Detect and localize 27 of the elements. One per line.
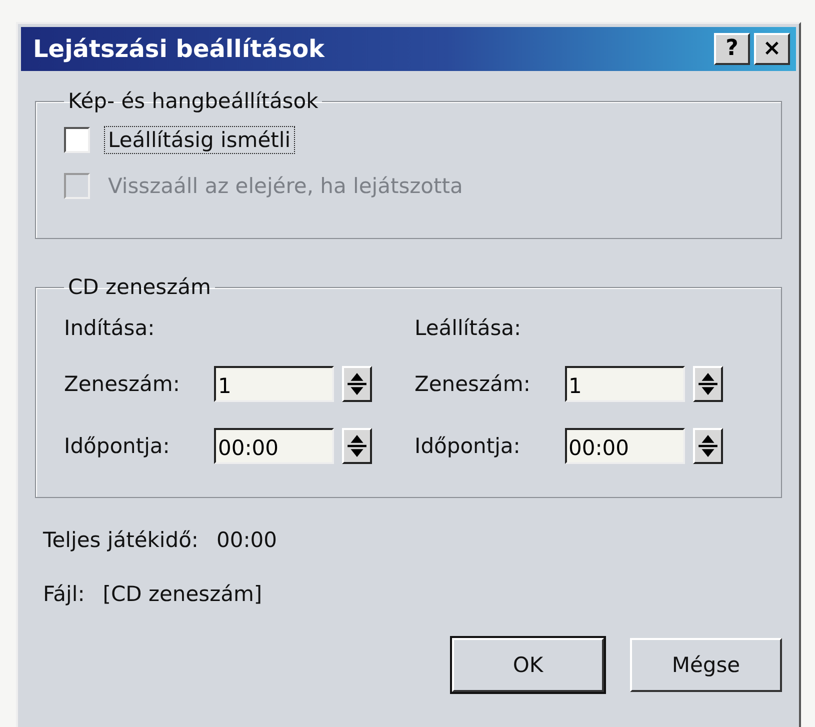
spin-arrows-icon[interactable]	[342, 366, 372, 402]
cancel-button[interactable]: Mégse	[630, 638, 782, 692]
field-label: Időpontja:	[64, 434, 171, 458]
group-title: Kép- és hangbeállítások	[67, 89, 320, 113]
ok-button[interactable]: OK	[452, 638, 604, 692]
field-label: Zeneszám:	[64, 372, 181, 396]
help-button[interactable]: ?	[714, 33, 750, 65]
spin-arrows-icon[interactable]	[342, 428, 372, 464]
total-value: 00:00	[216, 528, 278, 552]
checkbox-label[interactable]: Leállításig ismétli	[104, 126, 295, 154]
spin-field[interactable]: 00:00	[564, 428, 684, 464]
field-label: Zeneszám:	[414, 372, 532, 396]
total-label: Teljes játékidő:	[43, 528, 198, 552]
file-label: Fájl:	[43, 582, 85, 606]
window-title: Lejátszási beállítások	[33, 35, 325, 63]
spin-field[interactable]: 1	[214, 366, 334, 402]
spin-field[interactable]: 00:00	[214, 428, 334, 464]
file-value: [CD zeneszám]	[102, 582, 262, 606]
spin-arrows-icon[interactable]	[692, 428, 722, 464]
spin-field[interactable]: 1	[564, 366, 684, 402]
close-button[interactable]: ×	[754, 33, 790, 65]
column-heading: Indítása:	[64, 315, 156, 342]
checkbox[interactable]	[64, 127, 90, 153]
field-label: Időpontja:	[414, 434, 522, 458]
column-heading: Leállítása:	[414, 315, 522, 342]
spin-arrows-icon[interactable]	[692, 366, 722, 402]
group-title: CD zeneszám	[67, 275, 212, 299]
